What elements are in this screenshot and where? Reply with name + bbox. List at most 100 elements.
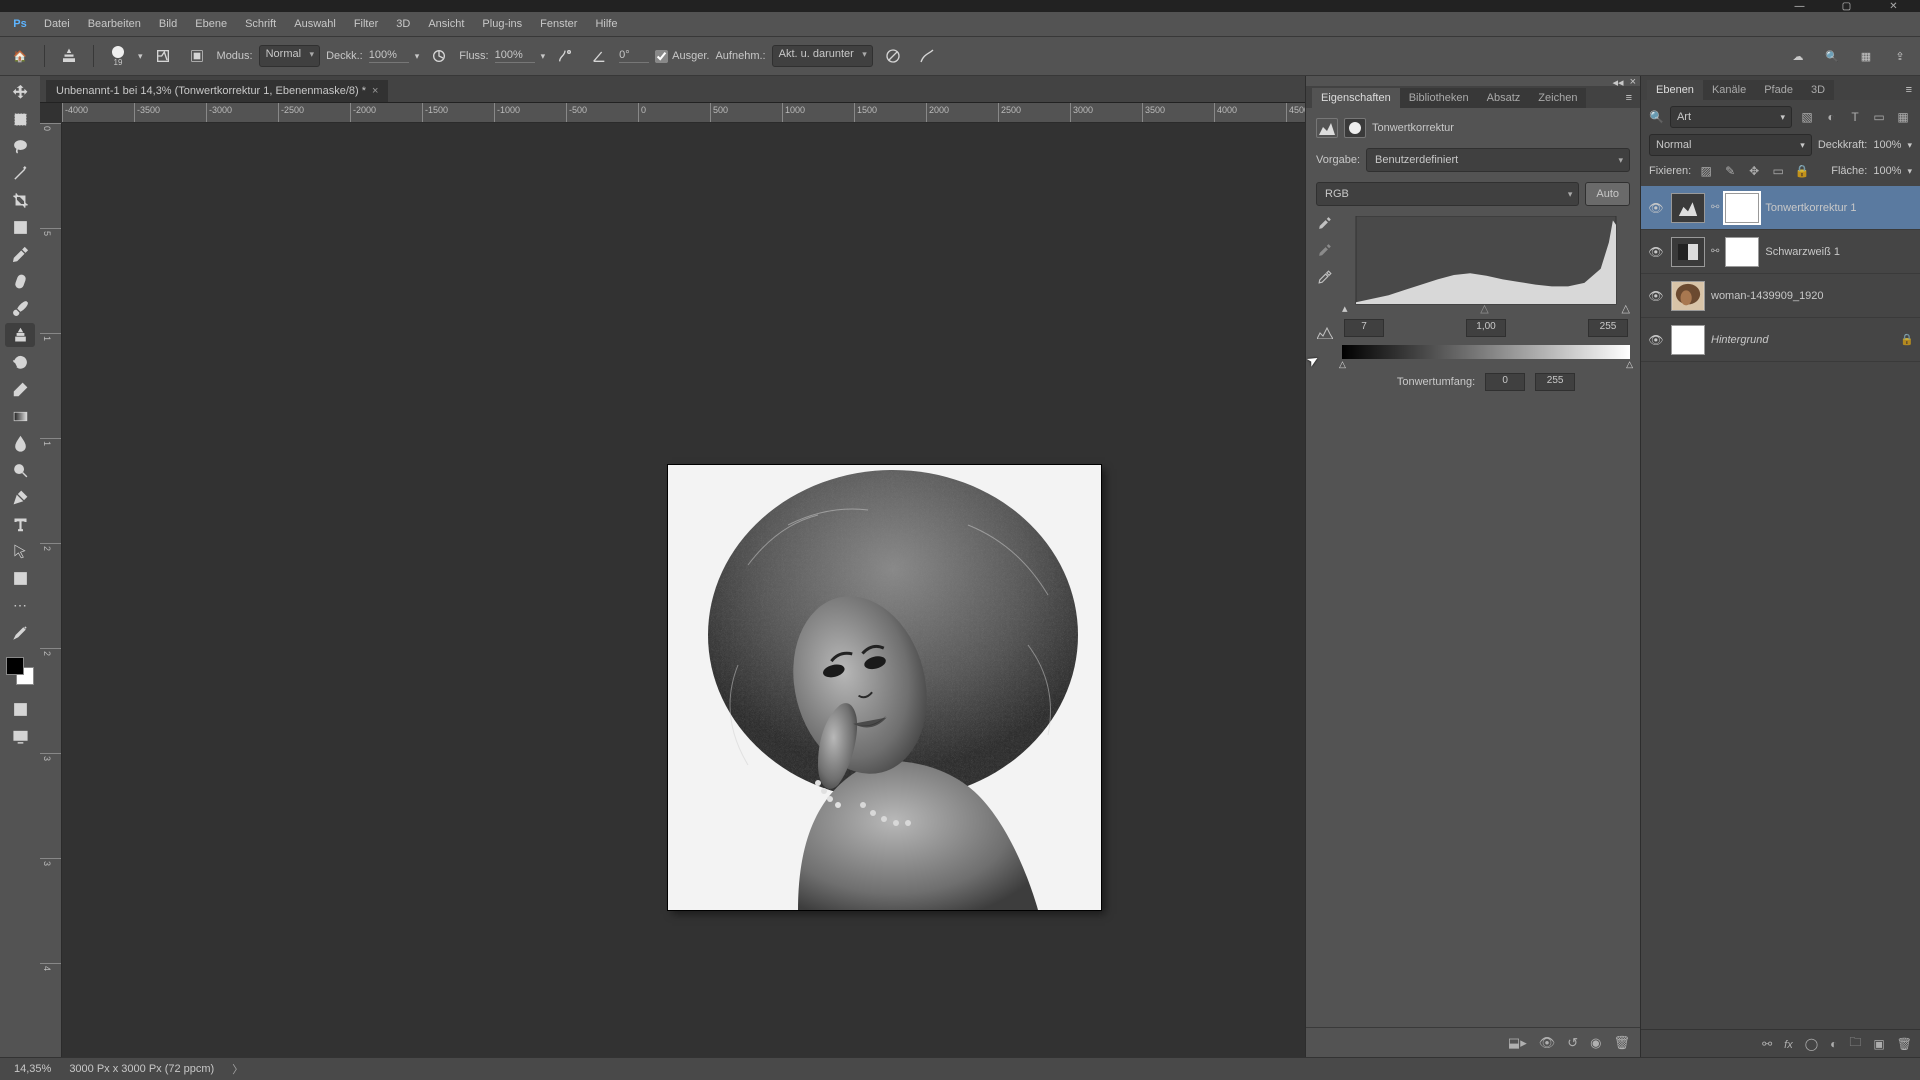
frame-tool[interactable] bbox=[5, 215, 35, 239]
dodge-tool[interactable] bbox=[5, 458, 35, 482]
mask-thumb[interactable] bbox=[1725, 193, 1759, 223]
lock-position-icon[interactable]: ✥ bbox=[1745, 162, 1763, 180]
layers-menu-icon[interactable]: ≡ bbox=[1898, 80, 1920, 100]
image-thumb[interactable] bbox=[1671, 281, 1705, 311]
visibility-toggle-icon[interactable]: 👁 bbox=[1647, 201, 1665, 215]
panel-menu-icon[interactable]: ≡ bbox=[1618, 88, 1640, 108]
flow-chevron-icon[interactable]: ▾ bbox=[541, 51, 546, 62]
tab-bibliotheken[interactable]: Bibliotheken bbox=[1400, 88, 1478, 108]
layer-row[interactable]: 👁⚯Schwarzweiß 1 bbox=[1641, 230, 1920, 274]
brush-picker-chevron-icon[interactable]: ▾ bbox=[138, 51, 143, 62]
histogram-chart[interactable] bbox=[1342, 216, 1630, 306]
eraser-tool[interactable] bbox=[5, 377, 35, 401]
brush-panel-icon[interactable] bbox=[149, 42, 177, 70]
black-slider[interactable]: ▴ bbox=[1342, 302, 1348, 315]
lasso-tool[interactable] bbox=[5, 134, 35, 158]
layer-row[interactable]: 👁⚯Tonwertkorrektur 1 bbox=[1641, 186, 1920, 230]
menu-hilfe[interactable]: Hilfe bbox=[587, 15, 625, 33]
gradient-tool[interactable] bbox=[5, 404, 35, 428]
layer-opacity-value[interactable]: 100% bbox=[1873, 139, 1901, 151]
gamma-input[interactable]: 1,00 bbox=[1466, 319, 1506, 337]
lock-pixels-icon[interactable]: ✎ bbox=[1721, 162, 1739, 180]
foreground-color-swatch[interactable] bbox=[6, 657, 24, 675]
path-select-tool[interactable] bbox=[5, 539, 35, 563]
close-button[interactable]: ✕ bbox=[1871, 0, 1916, 12]
eyedropper-tool[interactable] bbox=[5, 242, 35, 266]
history-brush-tool[interactable] bbox=[5, 350, 35, 374]
close-tab-icon[interactable]: × bbox=[372, 85, 378, 97]
output-black-input[interactable]: 0 bbox=[1485, 373, 1525, 391]
panel-collapse-icon[interactable]: ◂◂ bbox=[1613, 76, 1624, 86]
output-gradient[interactable] bbox=[1342, 345, 1630, 359]
cloud-docs-icon[interactable]: ☁ bbox=[1784, 42, 1812, 70]
type-tool[interactable] bbox=[5, 512, 35, 536]
tab-3d[interactable]: 3D bbox=[1802, 80, 1834, 100]
quick-mask-icon[interactable] bbox=[5, 697, 35, 721]
blur-tool[interactable] bbox=[5, 431, 35, 455]
airbrush-icon[interactable] bbox=[551, 42, 579, 70]
menu-ansicht[interactable]: Ansicht bbox=[420, 15, 472, 33]
tab-pfade[interactable]: Pfade bbox=[1755, 80, 1802, 100]
color-swatches[interactable] bbox=[6, 657, 34, 685]
channel-select[interactable]: RGB bbox=[1316, 182, 1579, 206]
layer-row[interactable]: 👁Hintergrund🔒 bbox=[1641, 318, 1920, 362]
document-tab[interactable]: Unbenannt-1 bei 14,3% (Tonwertkorrektur … bbox=[46, 80, 388, 102]
brush-tool[interactable] bbox=[5, 296, 35, 320]
link-layers-icon[interactable]: ⚯ bbox=[1762, 1037, 1772, 1051]
search-icon[interactable]: 🔍 bbox=[1818, 42, 1846, 70]
black-eyedropper-icon[interactable] bbox=[1318, 216, 1332, 233]
layer-row[interactable]: 👁woman-1439909_1920 bbox=[1641, 274, 1920, 318]
blend-mode-select[interactable]: Normal bbox=[259, 45, 320, 67]
menu-auswahl[interactable]: Auswahl bbox=[286, 15, 344, 33]
magic-wand-tool[interactable] bbox=[5, 161, 35, 185]
status-menu-icon[interactable]: 〉 bbox=[232, 1061, 243, 1077]
layer-name-label[interactable]: Hintergrund bbox=[1711, 334, 1894, 346]
move-tool[interactable] bbox=[5, 80, 35, 104]
auto-button[interactable]: Auto bbox=[1585, 182, 1630, 206]
healing-brush-tool[interactable] bbox=[5, 269, 35, 293]
lock-all-icon[interactable]: 🔒 bbox=[1793, 162, 1811, 180]
tab-eigenschaften[interactable]: Eigenschaften bbox=[1312, 88, 1400, 108]
delete-adjustment-icon[interactable]: 🗑 bbox=[1613, 1035, 1630, 1051]
clone-stamp-tool[interactable] bbox=[5, 323, 35, 347]
aligned-checkbox-input[interactable] bbox=[655, 50, 668, 63]
layer-name-label[interactable]: Tonwertkorrektur 1 bbox=[1765, 202, 1914, 214]
layer-mask-icon[interactable] bbox=[1344, 118, 1366, 138]
edit-toolbar-icon[interactable] bbox=[5, 620, 35, 644]
menu-fenster[interactable]: Fenster bbox=[532, 15, 585, 33]
maximize-button[interactable]: ▢ bbox=[1824, 0, 1869, 12]
fill-value[interactable]: 100% bbox=[1873, 165, 1901, 177]
marquee-tool[interactable] bbox=[5, 107, 35, 131]
menu-plugins[interactable]: Plug-ins bbox=[474, 15, 530, 33]
menu-filter[interactable]: Filter bbox=[346, 15, 386, 33]
workspace-icon[interactable]: ▦ bbox=[1852, 42, 1880, 70]
filter-search-icon[interactable]: 🔍 bbox=[1649, 110, 1664, 124]
menu-datei[interactable]: Datei bbox=[36, 15, 78, 33]
tab-absatz[interactable]: Absatz bbox=[1478, 88, 1530, 108]
canvas-viewport[interactable]: -4000-3500-3000-2500-2000-1500-1000-5000… bbox=[40, 102, 1305, 1057]
lock-transparency-icon[interactable]: ▨ bbox=[1697, 162, 1715, 180]
tab-zeichen[interactable]: Zeichen bbox=[1529, 88, 1586, 108]
menu-3d[interactable]: 3D bbox=[388, 15, 418, 33]
zoom-level[interactable]: 14,35% bbox=[14, 1063, 51, 1075]
menu-ebene[interactable]: Ebene bbox=[187, 15, 235, 33]
view-previous-icon[interactable]: 👁 bbox=[1539, 1035, 1556, 1051]
filter-shape-icon[interactable]: ▭ bbox=[1870, 108, 1888, 126]
new-layer-icon[interactable]: ▣ bbox=[1873, 1037, 1884, 1051]
preset-select[interactable]: Benutzerdefiniert bbox=[1366, 148, 1630, 172]
tab-kanaele[interactable]: Kanäle bbox=[1703, 80, 1755, 100]
menu-bild[interactable]: Bild bbox=[151, 15, 185, 33]
doc-dimensions[interactable]: 3000 Px x 3000 Px (72 ppcm) bbox=[69, 1063, 214, 1075]
canvas-image[interactable] bbox=[668, 465, 1101, 910]
white-slider[interactable]: △ bbox=[1622, 302, 1630, 315]
layer-fx-icon[interactable]: fx bbox=[1784, 1037, 1793, 1051]
aligned-checkbox[interactable]: Ausger. bbox=[655, 50, 709, 63]
angle-input[interactable]: 0° bbox=[619, 49, 649, 63]
white-eyedropper-icon[interactable] bbox=[1318, 270, 1332, 287]
visibility-toggle-icon[interactable]: 👁 bbox=[1647, 245, 1665, 259]
opacity-input[interactable]: 100% bbox=[369, 49, 409, 63]
menu-bearbeiten[interactable]: Bearbeiten bbox=[80, 15, 149, 33]
ellipsis-tool[interactable]: ⋯ bbox=[5, 593, 35, 617]
brush-settings-icon[interactable] bbox=[183, 42, 211, 70]
stamp-tool-icon[interactable] bbox=[55, 42, 83, 70]
